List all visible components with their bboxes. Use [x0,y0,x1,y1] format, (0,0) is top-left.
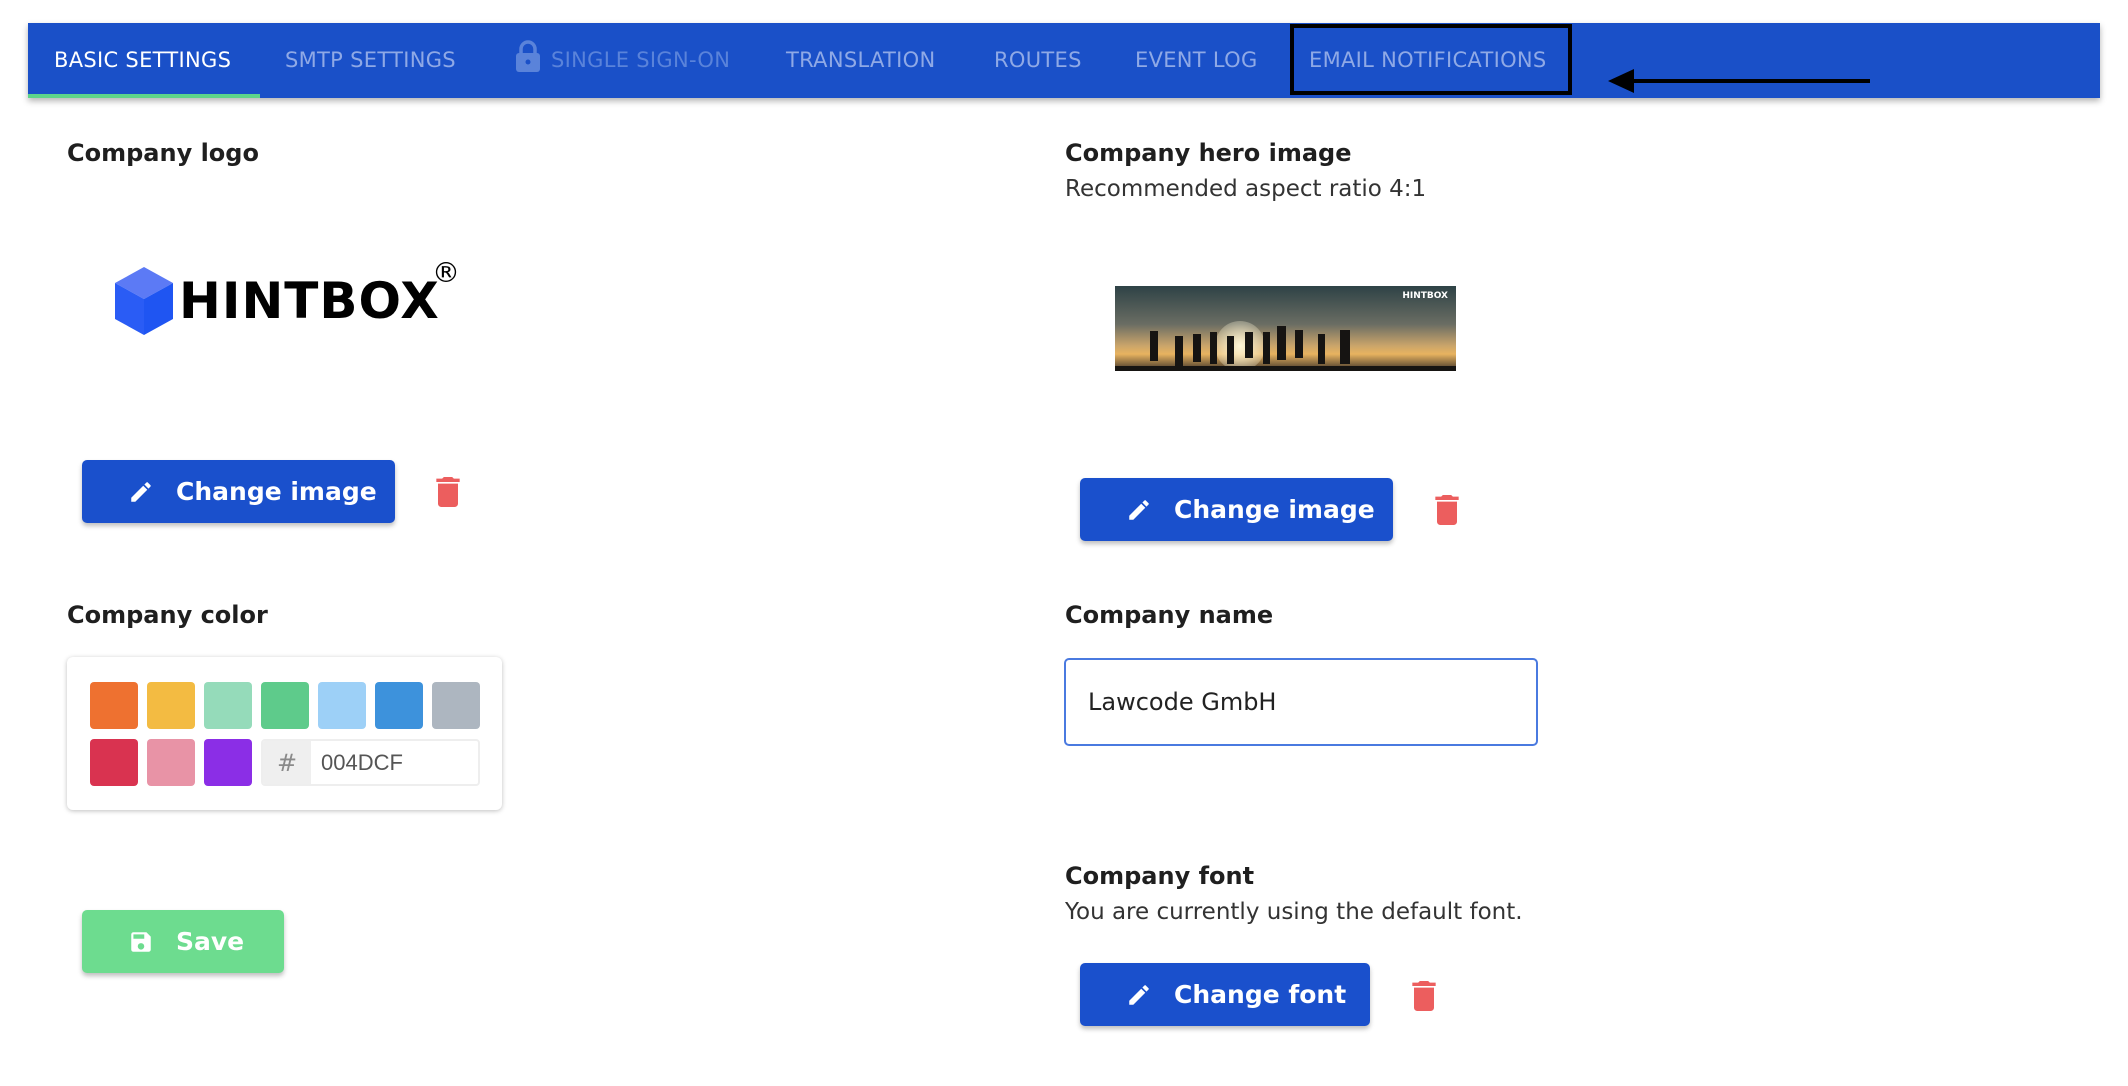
settings-tab-bar: BASIC SETTINGS SMTP SETTINGS SINGLE SIGN… [28,23,2100,98]
pencil-icon [1129,499,1149,520]
hero-aspect-hint: Recommended aspect ratio 4:1 [1065,176,1427,202]
cube-logo-icon [115,267,173,335]
company-name-input[interactable]: Lawcode GmbH [1064,658,1538,746]
company-hero-image-label: Company hero image [1065,139,1352,167]
color-swatch[interactable] [147,739,195,786]
delete-logo-trash-icon[interactable] [436,477,460,507]
hex-value[interactable]: 004DCF [311,741,478,784]
company-logo-image: HINTBOX ® [115,256,465,337]
color-swatch[interactable] [432,682,480,729]
button-label: Change image [176,477,377,506]
tab-label: BASIC SETTINGS [54,48,232,72]
pencil-icon [1129,984,1149,1005]
company-font-label: Company font [1065,862,1255,890]
change-font-button[interactable]: Change font [1080,963,1370,1026]
tab-translation[interactable]: TRANSLATION [786,23,935,98]
tab-event-log[interactable]: EVENT LOG [1135,23,1258,98]
color-swatch[interactable] [204,682,252,729]
arrow-left-icon [1608,69,1870,93]
floppy-disk-icon [131,931,151,952]
pencil-icon [131,481,151,502]
tab-basic-settings[interactable]: BASIC SETTINGS [28,23,260,98]
change-hero-image-button[interactable]: Change image [1080,478,1393,541]
font-hint: You are currently using the default font… [1065,899,1523,925]
button-label: Save [176,927,245,956]
color-swatch[interactable] [204,739,252,786]
color-swatch[interactable] [318,682,366,729]
change-logo-button[interactable]: Change image [82,460,395,523]
tab-label: SINGLE SIGN-ON [551,48,731,72]
logo-wordmark: HINTBOX [179,272,440,330]
active-tab-indicator [28,94,260,98]
delete-hero-trash-icon[interactable] [1435,495,1459,525]
lock-icon [516,40,540,72]
hex-input[interactable]: # 004DCF [261,739,480,786]
company-logo-label: Company logo [67,139,259,167]
highlight-box [1290,24,1572,95]
delete-font-trash-icon[interactable] [1412,981,1436,1011]
color-picker: # 004DCF [67,657,502,810]
button-label: Change image [1174,495,1375,524]
company-name-label: Company name [1065,601,1274,629]
color-swatch[interactable] [90,682,138,729]
tab-single-sign-on[interactable]: SINGLE SIGN-ON [515,23,730,98]
color-swatch[interactable] [375,682,423,729]
color-swatch[interactable] [147,682,195,729]
tab-smtp-settings[interactable]: SMTP SETTINGS [285,23,456,98]
color-swatch[interactable] [90,739,138,786]
hero-watermark-logo: HINTBOX [1402,291,1448,301]
registered-mark: ® [432,256,460,289]
save-button[interactable]: Save [82,910,284,973]
company-hero-image: HINTBOX [1115,286,1456,371]
company-color-label: Company color [67,601,268,629]
color-swatch[interactable] [261,682,309,729]
hash-prefix: # [263,741,311,784]
tab-routes[interactable]: ROUTES [994,23,1082,98]
button-label: Change font [1174,980,1347,1009]
